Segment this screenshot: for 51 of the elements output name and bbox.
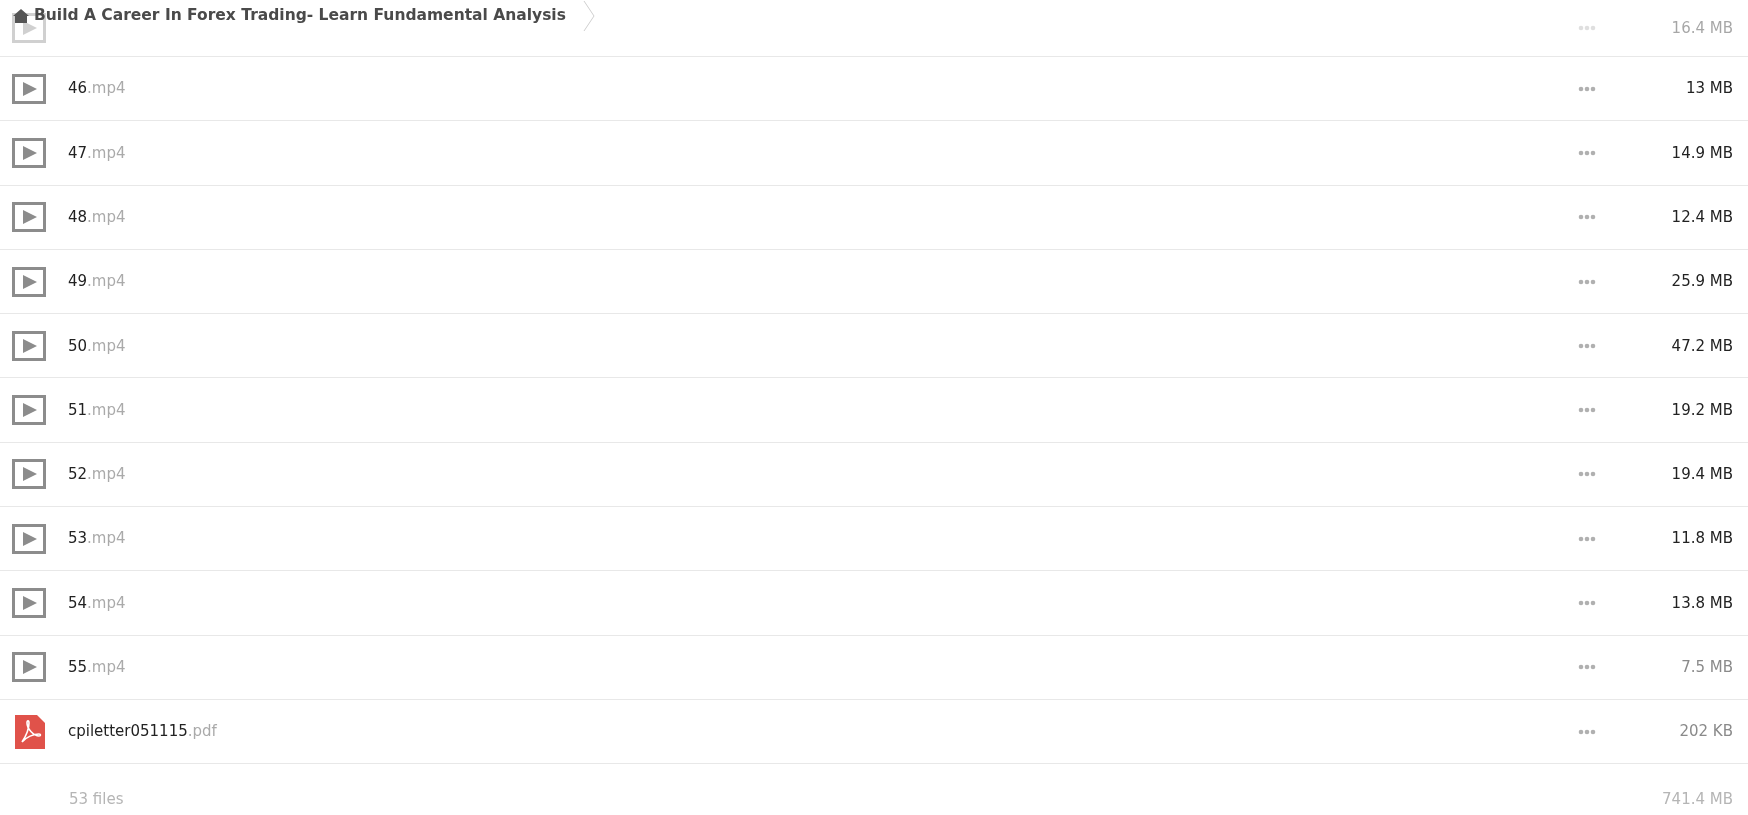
more-icon[interactable] xyxy=(1578,278,1596,285)
file-name[interactable]: 46.mp4 xyxy=(68,79,126,98)
play-icon xyxy=(12,330,46,361)
file-size: 47.2 MB xyxy=(1670,335,1733,357)
more-icon[interactable] xyxy=(1578,407,1596,414)
more-icon[interactable] xyxy=(1578,535,1596,542)
file-size: 202 KB xyxy=(1678,721,1733,743)
file-name[interactable]: 49.mp4 xyxy=(68,272,126,291)
more-icon[interactable] xyxy=(1578,728,1596,735)
file-name[interactable]: 52.mp4 xyxy=(68,465,126,484)
file-size: 19.2 MB xyxy=(1670,399,1733,421)
file-size: 12.4 MB xyxy=(1670,207,1733,228)
total-size: 741.4 MB xyxy=(1662,788,1733,810)
play-icon xyxy=(12,588,46,618)
more-icon[interactable] xyxy=(1578,471,1596,478)
file-size: 11.8 MB xyxy=(1670,528,1733,550)
file-name[interactable]: 47.mp4 xyxy=(68,143,126,162)
file-name[interactable]: 48.mp4 xyxy=(68,208,126,226)
play-icon xyxy=(12,266,46,297)
home-icon[interactable] xyxy=(12,8,30,24)
breadcrumb-link[interactable]: Build A Career In Forex Trading- Learn Fundamental Analysis xyxy=(34,4,566,28)
file-name[interactable]: 50.mp4 xyxy=(68,336,126,355)
more-icon[interactable] xyxy=(1578,149,1596,156)
play-icon xyxy=(12,459,46,490)
file-size: 13 MB xyxy=(1684,78,1733,100)
more-icon[interactable] xyxy=(1578,25,1596,31)
file-size: 25.9 MB xyxy=(1670,271,1733,293)
more-icon[interactable] xyxy=(1578,85,1596,92)
play-icon xyxy=(12,395,46,426)
play-icon xyxy=(12,73,46,104)
file-size: 13.8 MB xyxy=(1670,592,1733,614)
more-icon[interactable] xyxy=(1578,664,1596,671)
file-size: 19.4 MB xyxy=(1670,464,1733,486)
file-name[interactable]: 51.mp4 xyxy=(68,400,126,419)
play-icon xyxy=(12,523,46,554)
file-size: 7.5 MB xyxy=(1680,657,1733,679)
more-icon[interactable] xyxy=(1578,342,1596,349)
play-icon xyxy=(12,137,46,168)
play-icon xyxy=(12,202,46,233)
file-size: 16.4 MB xyxy=(1670,17,1733,39)
more-icon[interactable] xyxy=(1578,214,1596,221)
more-icon[interactable] xyxy=(1578,600,1596,606)
chevron-icon xyxy=(581,0,596,32)
file-count: 53 files xyxy=(69,788,124,810)
file-name[interactable]: 54.mp4 xyxy=(68,593,126,612)
file-size: 14.9 MB xyxy=(1670,142,1733,164)
file-name[interactable]: 55.mp4 xyxy=(68,658,126,677)
file-name[interactable]: 53.mp4 xyxy=(68,529,126,548)
play-icon xyxy=(12,652,46,683)
pdf-icon xyxy=(12,713,46,750)
file-name[interactable]: cpiletter051115.pdf xyxy=(68,722,217,741)
